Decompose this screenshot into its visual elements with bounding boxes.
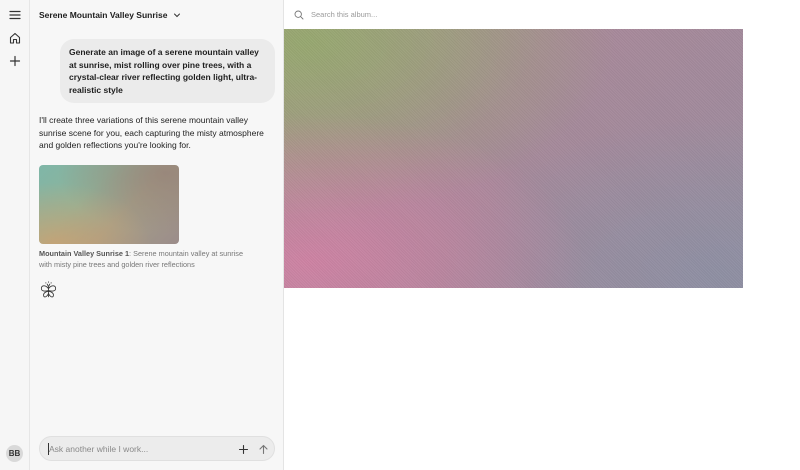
send-button[interactable]: [256, 442, 270, 456]
search-icon: [294, 10, 304, 20]
conversation-title-dropdown[interactable]: Serene Mountain Valley Sunrise: [39, 9, 181, 21]
butterfly-loading-icon: [40, 281, 57, 298]
chevron-down-icon: [173, 13, 180, 18]
chat-panel: Serene Mountain Valley Sunrise Generate …: [30, 0, 284, 470]
avatar[interactable]: BB: [6, 445, 23, 462]
composer-input[interactable]: [49, 442, 219, 456]
user-message: Generate an image of a serene mountain v…: [60, 39, 275, 104]
conversation-title: Serene Mountain Valley Sunrise: [39, 10, 168, 20]
arrow-up-icon: [258, 444, 268, 454]
assistant-message: I'll create three variations of this ser…: [39, 115, 264, 151]
album-search-bar: [284, 0, 800, 29]
image-caption: Mountain Valley Sunrise 1: Serene mounta…: [39, 248, 254, 270]
message-composer[interactable]: [39, 436, 275, 461]
hamburger-menu-icon[interactable]: [5, 5, 25, 25]
plus-icon[interactable]: [5, 51, 25, 71]
album-main-image[interactable]: [284, 29, 743, 288]
add-attachment-button[interactable]: [236, 442, 250, 456]
plus-icon: [238, 444, 248, 454]
home-icon[interactable]: [5, 28, 25, 48]
album-search-input[interactable]: [311, 8, 611, 21]
left-rail: BB: [0, 0, 30, 470]
image-caption-title: Mountain Valley Sunrise 1: [39, 249, 130, 258]
generated-image-thumbnail[interactable]: [39, 165, 179, 244]
